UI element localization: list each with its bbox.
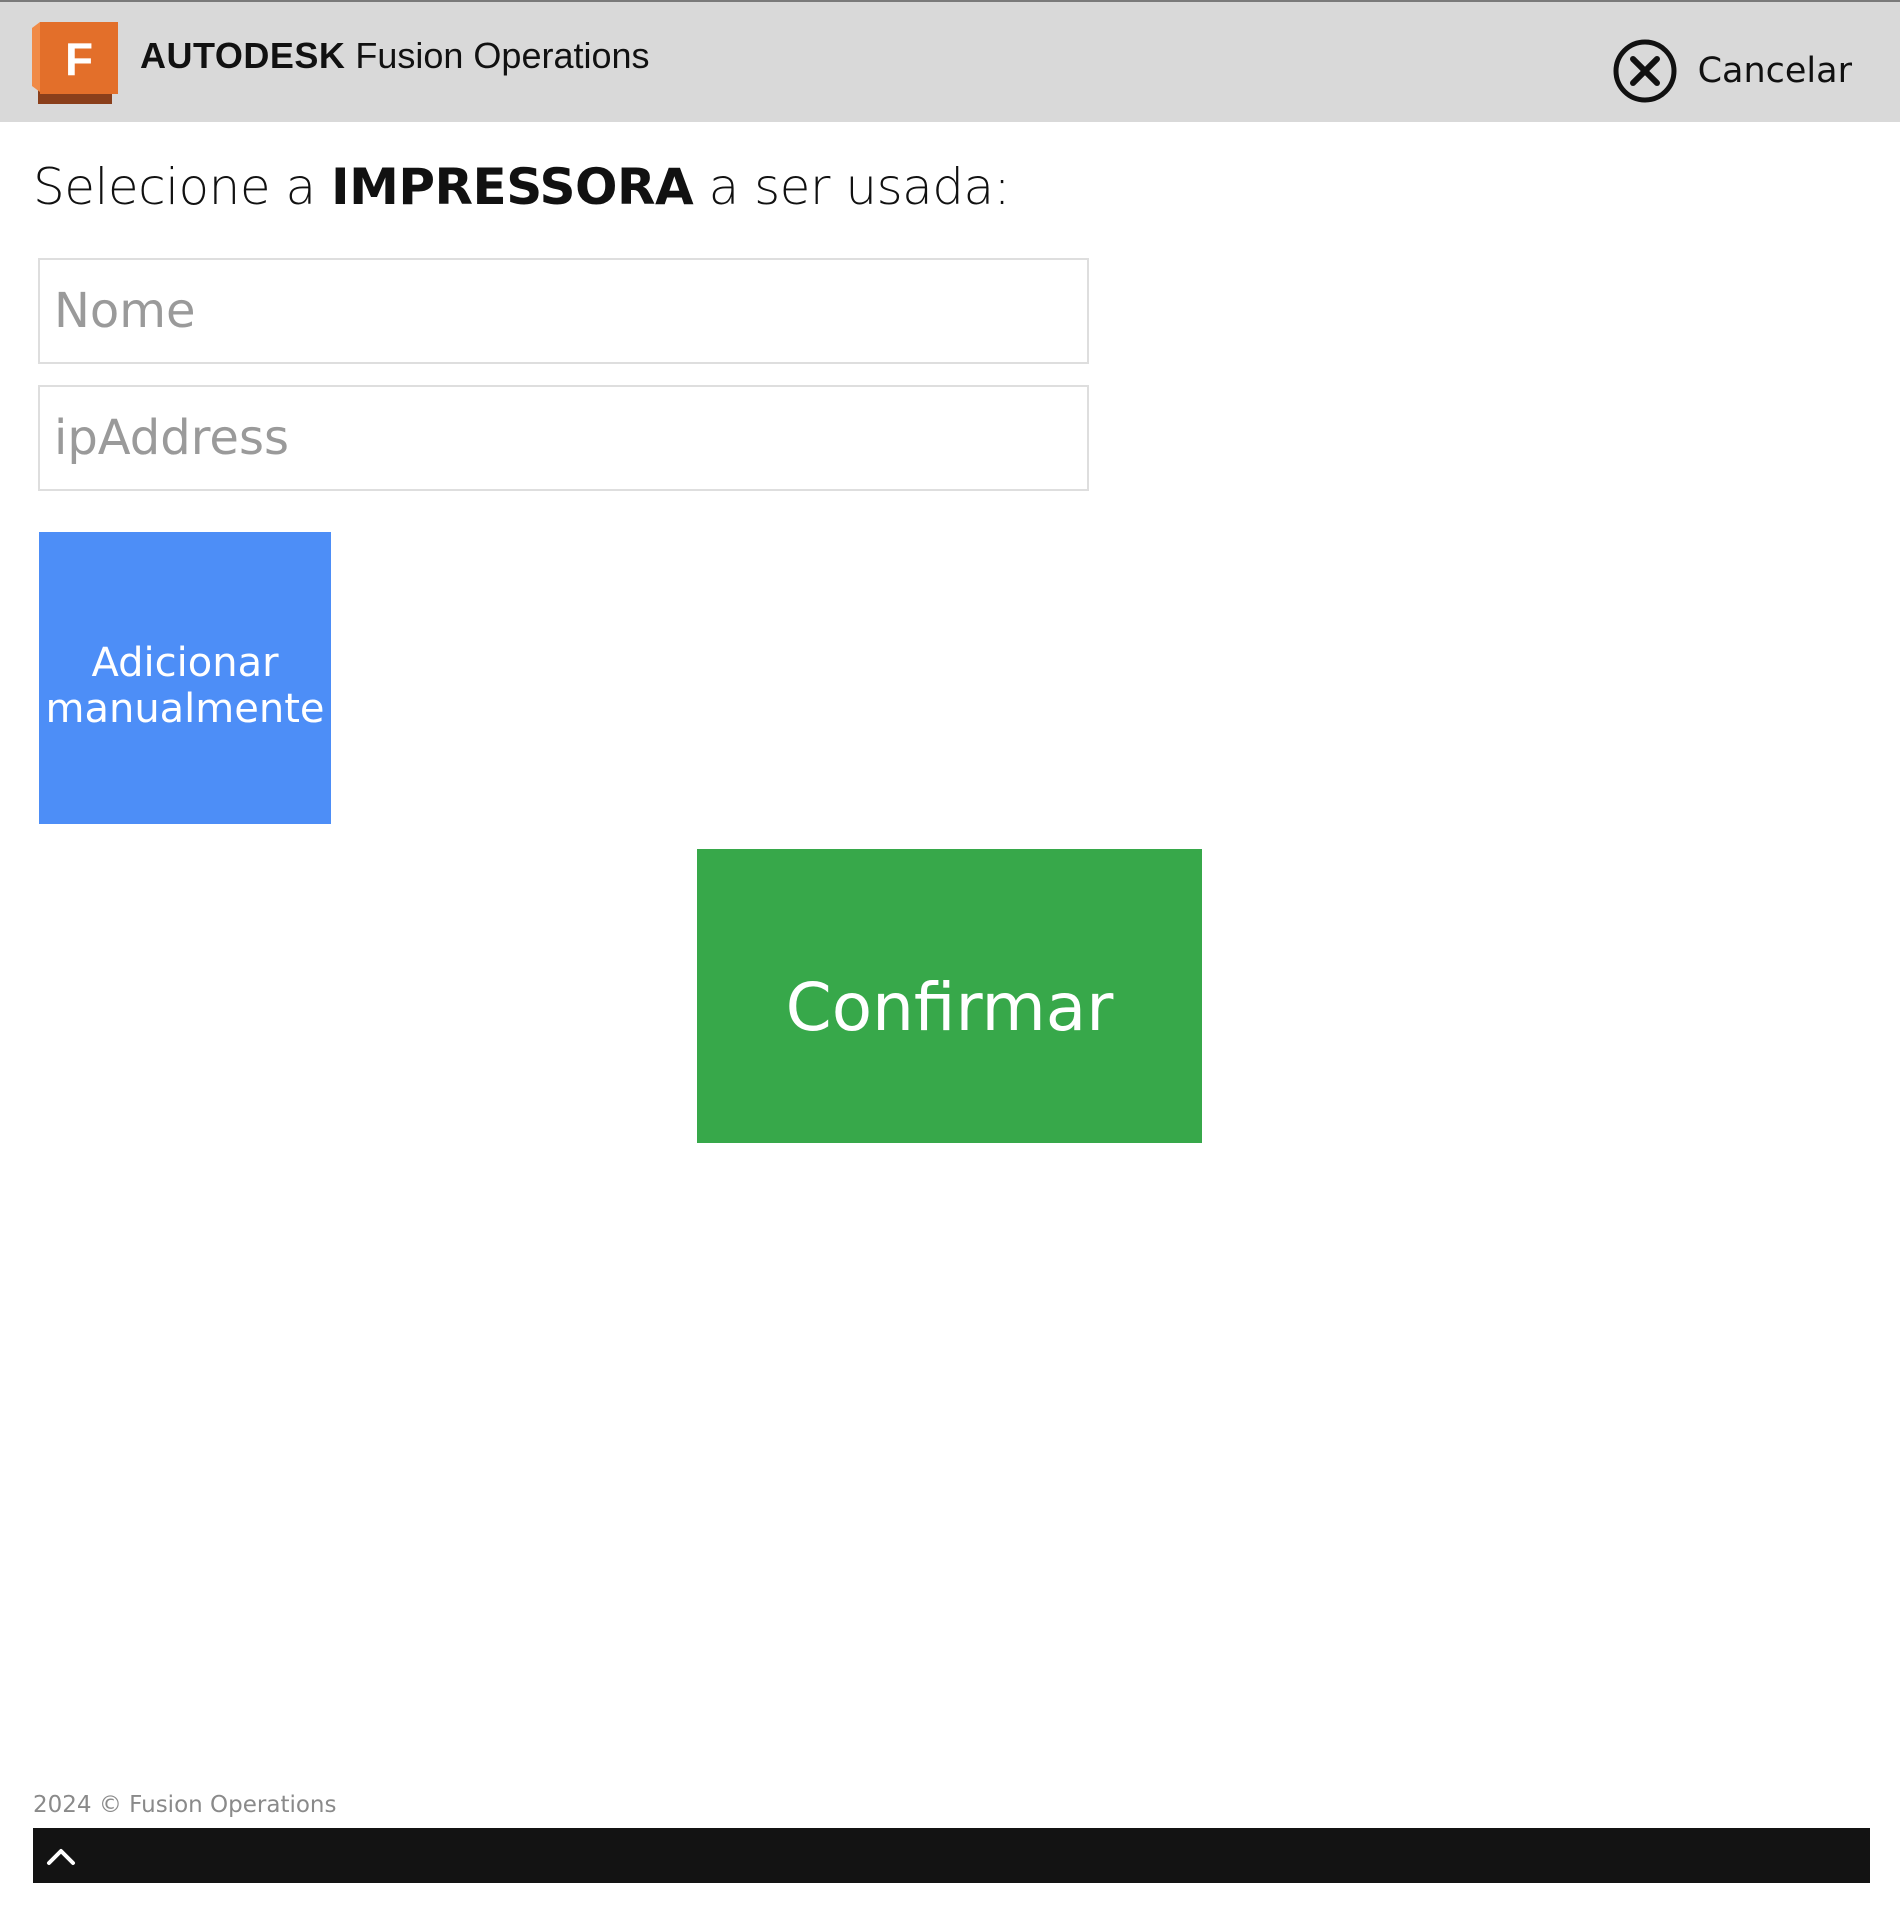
app-header: F AUTODESK Fusion Operations Cancelar [0, 0, 1900, 122]
printer-name-input[interactable] [38, 258, 1089, 364]
footer-bar [33, 1828, 1870, 1883]
fusion-logo-icon: F [32, 22, 118, 104]
confirm-label: Confirmar [785, 968, 1114, 1046]
page: F AUTODESK Fusion Operations Cancelar Sel… [0, 0, 1900, 1928]
title-prefix: Selecione a [33, 158, 316, 216]
title-suffix: a ser usada: [708, 158, 1011, 216]
cancel-label: Cancelar [1697, 51, 1852, 91]
chevron-up-icon[interactable] [43, 1838, 79, 1874]
logo-letter: F [65, 33, 93, 85]
add-manually-button[interactable]: Adicionar manualmente [39, 532, 331, 824]
ip-address-input[interactable] [38, 385, 1089, 491]
brand-title: AUTODESK Fusion Operations [140, 34, 650, 78]
cancel-button[interactable]: Cancelar [1612, 36, 1852, 106]
page-title: Selecione a IMPRESSORA a ser usada: [33, 158, 1010, 216]
copyright-text: 2024 © Fusion Operations [33, 1792, 337, 1818]
product-name: Fusion Operations [355, 35, 650, 76]
add-manually-label-line1: Adicionar [91, 640, 279, 686]
confirm-button[interactable]: Confirmar [697, 849, 1202, 1143]
close-circle-icon [1613, 39, 1677, 103]
title-emphasis: IMPRESSORA [331, 158, 694, 216]
brand-name: AUTODESK [140, 35, 346, 76]
add-manually-label-line2: manualmente [45, 686, 325, 732]
